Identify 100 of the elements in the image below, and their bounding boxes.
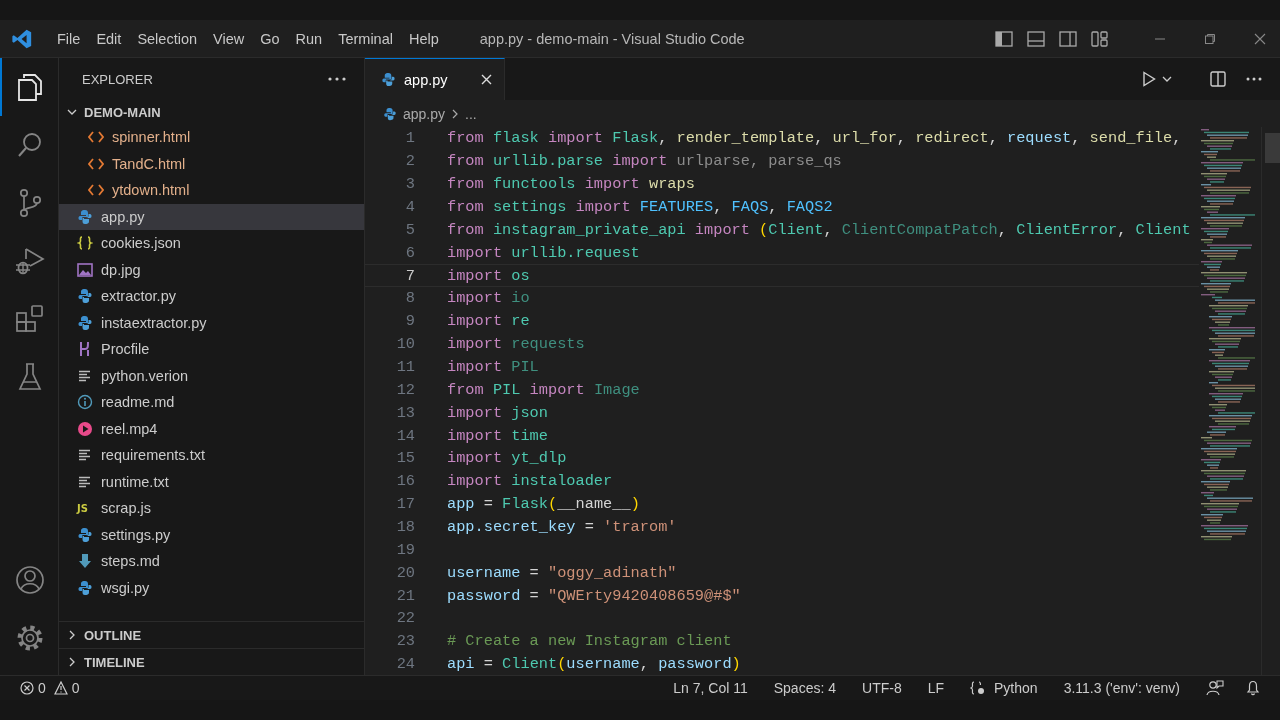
tree-item[interactable]: wsgi.py <box>59 574 364 601</box>
menu-item[interactable]: Selection <box>129 30 206 47</box>
code-line: from settings import FEATURES, FAQS, FAQS2 <box>447 198 833 216</box>
window-title: app.py - demo-main - Visual Studio Code <box>479 30 745 47</box>
feedback-icon[interactable] <box>1206 680 1224 696</box>
line-number: 2 <box>404 152 415 171</box>
line-number: 19 <box>395 540 415 559</box>
error-icon[interactable] <box>20 681 34 695</box>
code-line: password = "QWErty9420408659@#$" <box>447 586 741 605</box>
code-line: import json <box>447 403 548 422</box>
line-number: 4 <box>404 198 415 216</box>
error-count[interactable]: 0 <box>38 680 46 696</box>
tree-item[interactable]: instaextractor.py <box>59 309 364 336</box>
text-file-icon <box>77 369 93 382</box>
menu-item[interactable]: Run <box>287 30 331 47</box>
menu-item[interactable]: View <box>205 30 253 47</box>
tree-item[interactable]: ytdown.html <box>59 177 364 204</box>
panel-title: EXPLORER <box>82 71 153 87</box>
breadcrumb-item[interactable]: ... <box>465 105 477 122</box>
menu-item[interactable]: Go <box>252 30 288 47</box>
code-line: api = Client(username, password) <box>447 655 741 674</box>
interpreter-version[interactable]: 3.11.3 ('env': venv) <box>1063 680 1180 696</box>
more-icon[interactable] <box>1246 77 1262 81</box>
language-mode[interactable]: Python <box>994 680 1038 696</box>
code-line: import urllib.request <box>447 243 640 262</box>
python-file-icon <box>77 314 93 331</box>
tree-item[interactable]: Procfile <box>59 336 364 363</box>
menu-item[interactable]: Terminal <box>330 30 401 47</box>
js-file-icon: JS <box>77 502 93 514</box>
line-number: 14 <box>395 426 415 445</box>
line-number: 16 <box>395 472 415 491</box>
image-file-icon <box>77 262 93 277</box>
tree-item[interactable]: steps.md <box>59 548 364 575</box>
code-line: import re <box>447 312 530 331</box>
line-number: 9 <box>404 312 415 331</box>
tree-item[interactable]: TandC.html <box>59 150 364 177</box>
code-line: import yt_dlp <box>447 449 567 468</box>
tree-item[interactable]: cookies.json <box>59 230 364 257</box>
split-layout-icon[interactable] <box>1059 30 1077 47</box>
restore-icon[interactable] <box>1204 32 1216 45</box>
line-number: 22 <box>395 609 415 628</box>
tree-item[interactable]: spinner.html <box>59 124 364 151</box>
account-icon <box>15 565 45 595</box>
warning-count[interactable]: 0 <box>71 680 80 696</box>
line-number: 12 <box>395 380 415 399</box>
line-number: 11 <box>395 358 415 376</box>
chevron-icon <box>67 107 77 117</box>
python-file-icon <box>77 526 93 543</box>
menu-item[interactable]: Edit <box>88 30 130 47</box>
run-icon[interactable] <box>1142 71 1156 87</box>
tree-item[interactable]: app.py <box>59 203 364 230</box>
notification-bell-icon[interactable] <box>1246 680 1260 696</box>
status-item[interactable]: LF <box>927 680 945 696</box>
breadcrumb-item[interactable]: app.py <box>403 105 446 122</box>
source-control-icon <box>17 188 43 218</box>
line-number: 10 <box>395 335 415 354</box>
status-item[interactable]: UTF-8 <box>862 680 902 696</box>
braces-icon[interactable] <box>970 681 987 695</box>
app-logo-icon <box>11 27 33 50</box>
split-editor-icon[interactable] <box>1210 71 1226 87</box>
code-line: from urllib.parse import urlparse, parse_qs <box>447 152 842 171</box>
code-line: app.secret_key = 'trarom' <box>447 518 677 537</box>
menu-item[interactable]: File <box>49 30 89 47</box>
caret-icon[interactable] <box>1162 75 1172 83</box>
scrollbar-thumb[interactable] <box>1265 133 1280 163</box>
section-header[interactable]: OUTLINE <box>59 621 364 648</box>
tree-item[interactable]: python.verion <box>59 362 364 389</box>
tree-item[interactable]: settings.py <box>59 521 364 548</box>
panel-toggle-icon[interactable] <box>1027 30 1045 47</box>
tree-item[interactable]: extractor.py <box>59 283 364 310</box>
code-line: import PIL <box>447 358 539 376</box>
info-icon <box>77 394 93 411</box>
files-icon <box>16 72 44 102</box>
folder-header[interactable]: DEMO-MAIN <box>59 100 364 124</box>
line-number: 24 <box>395 655 415 674</box>
tree-item[interactable]: JS scrap.js <box>59 495 364 522</box>
line-number: 18 <box>395 518 415 537</box>
flask-icon <box>18 362 42 392</box>
status-item[interactable]: Ln 7, Col 11 <box>673 680 748 696</box>
code-line: from flask import Flask, render_template, url_for, redirect, request, send_file, <box>447 129 1182 148</box>
run-debug-icon <box>15 246 45 276</box>
video-file-icon <box>77 420 93 437</box>
line-number: 7 <box>404 266 415 285</box>
tree-item[interactable]: dp.jpg <box>59 256 364 283</box>
tree-item[interactable]: reel.mp4 <box>59 415 364 442</box>
chevron-icon <box>67 657 77 667</box>
code-line: app = Flask(__name__) <box>447 495 640 514</box>
sidebar-toggle-icon[interactable] <box>995 30 1013 47</box>
line-number: 21 <box>395 586 415 605</box>
editor-tab[interactable]: app.py <box>365 58 505 100</box>
code-file-icon <box>88 184 104 197</box>
text-file-icon <box>77 449 93 462</box>
menu-item[interactable]: Help <box>400 30 447 47</box>
tree-item[interactable]: runtime.txt <box>59 468 364 495</box>
warning-icon[interactable] <box>53 681 68 695</box>
more-icon[interactable] <box>328 77 346 81</box>
status-item[interactable]: Spaces: 4 <box>773 680 836 696</box>
layout-icon[interactable] <box>1091 30 1109 47</box>
tree-item[interactable]: readme.md <box>59 389 364 416</box>
tree-item[interactable]: requirements.txt <box>59 442 364 469</box>
